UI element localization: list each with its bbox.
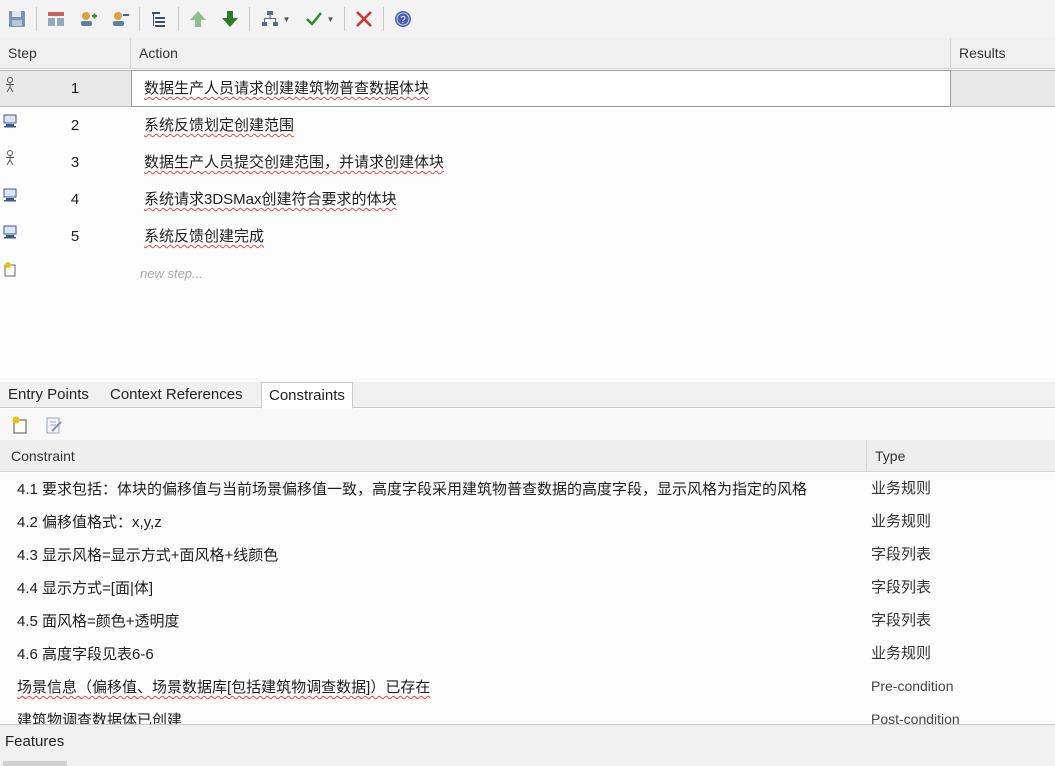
toolbar-separator <box>139 7 140 31</box>
constraint-type: 字段列表 <box>871 546 932 563</box>
step-row[interactable]: 5 系统反馈创建完成 <box>0 218 1055 255</box>
step-number: 1 <box>70 80 80 97</box>
step-row[interactable]: 1 数据生产人员请求创建建筑物普查数据体块 <box>0 70 1055 107</box>
constraint-text: 4.1 要求包括：体块的偏移值与当前场景偏移值一致，高度字段采用建筑物普查数据的… <box>17 481 808 498</box>
tab-entry-points[interactable]: Entry Points <box>1 382 96 408</box>
column-header-results[interactable]: Results <box>951 38 1055 69</box>
constraint-text: 4.6 高度字段见表6-6 <box>17 646 154 663</box>
step-number: 5 <box>70 228 80 245</box>
features-label[interactable]: Features <box>5 733 64 750</box>
new-constraint-icon[interactable] <box>10 415 30 435</box>
step-action[interactable]: 数据生产人员提交创建范围，并请求创建体块 <box>144 144 444 181</box>
edit-constraint-icon[interactable] <box>44 415 64 435</box>
step-action[interactable]: 系统请求3DSMax创建符合要求的体块 <box>144 181 397 218</box>
constraint-row[interactable]: 4.4 显示方式=[面|体] 字段列表 <box>0 572 1055 605</box>
toolbar-separator <box>36 7 37 31</box>
structure-icon[interactable]: ▼ <box>256 6 294 32</box>
constraints-toolbar <box>0 409 1055 440</box>
step-number: 4 <box>70 191 80 208</box>
constraint-row[interactable]: 4.2 偏移值格式：x,y,z 业务规则 <box>0 506 1055 539</box>
constraint-text: 建筑物调查数据体已创建 <box>17 712 183 724</box>
system-icon <box>3 225 17 239</box>
column-header-type[interactable]: Type <box>867 440 1055 472</box>
toolbar-separator <box>178 7 179 31</box>
edit-user-icon[interactable] <box>107 6 133 32</box>
tab-constraints[interactable]: Constraints <box>261 382 353 409</box>
move-up-icon[interactable] <box>185 6 211 32</box>
move-down-icon[interactable] <box>217 6 243 32</box>
chevron-down-icon: ▼ <box>326 14 335 24</box>
system-icon <box>3 114 17 128</box>
constraint-type: Pre-condition <box>871 678 954 694</box>
steps-grid: 1 数据生产人员请求创建建筑物普查数据体块 2 系统反馈划定创建范围 3 数据生… <box>0 70 1055 382</box>
constraint-type: 业务规则 <box>871 645 932 662</box>
tab-context-references[interactable]: Context References <box>103 382 250 408</box>
step-row[interactable]: 3 数据生产人员提交创建范围，并请求创建体块 <box>0 144 1055 181</box>
steps-grid-header: Step Action Results <box>0 38 1055 69</box>
new-step-row[interactable]: new step... <box>0 255 1055 292</box>
constraint-row[interactable]: 4.3 显示风格=显示方式+面风格+线颜色 字段列表 <box>0 539 1055 572</box>
step-action[interactable]: 系统反馈划定创建范围 <box>144 107 294 144</box>
actor-icon <box>6 77 14 93</box>
constraint-text: 4.5 面风格=颜色+透明度 <box>17 613 180 630</box>
actor-icon <box>6 150 14 166</box>
constraint-row[interactable]: 4.5 面风格=颜色+透明度 字段列表 <box>0 605 1055 638</box>
check-icon[interactable]: ▼ <box>300 6 338 32</box>
constraint-type: 字段列表 <box>871 579 932 596</box>
chevron-down-icon: ▼ <box>282 14 291 24</box>
step-number: 2 <box>70 117 80 134</box>
new-step-icon <box>4 262 16 277</box>
features-panel: Features <box>0 724 1055 766</box>
insert-row-icon[interactable] <box>43 6 69 32</box>
constraint-text: 场景信息（偏移值、场景数据库[包括建筑物调查数据]）已存在 <box>17 679 431 696</box>
constraint-type: 业务规则 <box>871 480 932 497</box>
step-action[interactable]: 数据生产人员请求创建建筑物普查数据体块 <box>144 71 429 106</box>
column-header-step[interactable]: Step <box>0 38 131 69</box>
constraint-type: 字段列表 <box>871 612 932 629</box>
delete-icon[interactable] <box>351 6 377 32</box>
constraint-type: 业务规则 <box>871 513 932 530</box>
column-header-action[interactable]: Action <box>131 38 951 69</box>
constraint-text: 4.2 偏移值格式：x,y,z <box>17 514 162 531</box>
new-step-placeholder[interactable]: new step... <box>140 255 203 292</box>
toolbar-separator <box>344 7 345 31</box>
constraint-text: 4.3 显示风格=显示方式+面风格+线颜色 <box>17 547 279 564</box>
horizontal-scrollbar[interactable] <box>3 761 67 766</box>
save-icon[interactable] <box>4 6 30 32</box>
step-number: 3 <box>70 154 80 171</box>
system-icon <box>3 188 17 202</box>
step-row[interactable]: 4 系统请求3DSMax创建符合要求的体块 <box>0 181 1055 218</box>
help-icon[interactable]: ? <box>390 6 416 32</box>
tab-strip: Entry Points Context References Constrai… <box>0 382 1055 409</box>
step-row[interactable]: 2 系统反馈划定创建范围 <box>0 107 1055 144</box>
constraint-row[interactable]: 建筑物调查数据体已创建 Post-condition <box>0 704 1055 724</box>
scenario-toolbar: ▼ ▼ ? <box>0 0 1055 38</box>
constraint-row[interactable]: 4.6 高度字段见表6-6 业务规则 <box>0 638 1055 671</box>
constraint-row[interactable]: 4.1 要求包括：体块的偏移值与当前场景偏移值一致，高度字段采用建筑物普查数据的… <box>0 473 1055 506</box>
constraints-grid-header: Constraint Type <box>0 440 1055 472</box>
column-header-constraint[interactable]: Constraint <box>3 440 867 472</box>
add-user-icon[interactable] <box>75 6 101 32</box>
constraints-grid: 4.1 要求包括：体块的偏移值与当前场景偏移值一致，高度字段采用建筑物普查数据的… <box>0 473 1055 724</box>
step-action[interactable]: 系统反馈创建完成 <box>144 218 264 255</box>
toolbar-separator <box>249 7 250 31</box>
constraint-row[interactable]: 场景信息（偏移值、场景数据库[包括建筑物调查数据]）已存在 Pre-condit… <box>0 671 1055 704</box>
toolbar-separator <box>383 7 384 31</box>
svg-text:?: ? <box>400 15 406 26</box>
hierarchy-icon[interactable] <box>146 6 172 32</box>
constraint-text: 4.4 显示方式=[面|体] <box>17 580 154 597</box>
constraint-type: Post-condition <box>871 711 960 724</box>
